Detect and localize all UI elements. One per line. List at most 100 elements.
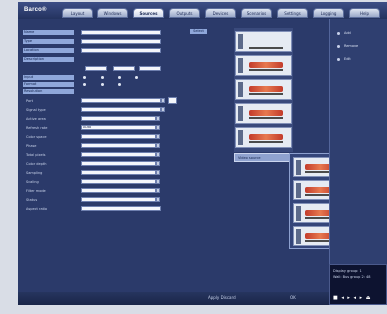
add-label: Add <box>344 31 351 35</box>
active-area-dropdown[interactable] <box>156 116 160 121</box>
thumbnail-3-preview <box>249 86 283 92</box>
filter-dropdown[interactable] <box>156 188 160 193</box>
name-field[interactable] <box>81 30 161 35</box>
tab-sources[interactable]: Sources <box>133 8 164 18</box>
port-field[interactable] <box>81 98 161 103</box>
signal-field[interactable] <box>81 107 161 112</box>
thumbnail-5-icon <box>238 130 243 145</box>
form-label-filter: Filter mode <box>26 189 46 193</box>
filter-field[interactable] <box>81 188 156 193</box>
thumbnail-2[interactable] <box>235 55 292 76</box>
edit-icon <box>337 58 340 61</box>
input-radio-3[interactable] <box>118 76 121 79</box>
small-field-3[interactable] <box>139 66 161 71</box>
application-window: Barco® Layout Windows Sources Outputs De… <box>18 2 387 305</box>
context-menu-label: Video source <box>238 156 261 160</box>
phase-field[interactable] <box>81 143 156 148</box>
form-label-phase: Phase <box>26 144 37 148</box>
name-label: Name <box>23 30 74 35</box>
thumbnail-1-icon <box>238 34 243 49</box>
select-chip[interactable]: Select <box>190 29 207 34</box>
thumbnail-5-bar <box>249 141 283 143</box>
brand-logo: Barco® <box>24 7 47 13</box>
edit-button[interactable]: Edit <box>334 55 386 64</box>
context-menu-item[interactable]: Video source ▶ <box>234 153 296 162</box>
remove-button[interactable]: Remove <box>334 42 386 51</box>
form-label-active-area: Active area <box>26 117 46 121</box>
form-label-color-depth: Color depth <box>26 162 47 166</box>
thumbnail-1[interactable] <box>235 31 292 52</box>
thumbnail-3-icon <box>238 82 243 97</box>
type-label: Type <box>23 39 74 44</box>
thumbnail-2-preview <box>249 62 283 68</box>
type-field[interactable] <box>81 39 161 44</box>
remove-label: Remove <box>344 44 359 48</box>
input-radio-2[interactable] <box>101 76 104 79</box>
tab-outputs[interactable]: Outputs <box>169 8 200 18</box>
refresh-field[interactable]: Auto <box>81 125 156 130</box>
format-radio-2[interactable] <box>101 83 104 86</box>
total-pixels-dropdown[interactable] <box>156 152 160 157</box>
input-radio-4[interactable] <box>135 76 138 79</box>
refresh-dropdown[interactable] <box>156 125 160 130</box>
total-pixels-field[interactable] <box>81 152 156 157</box>
form-label-color-space: Color space <box>26 135 47 139</box>
status-dropdown[interactable] <box>156 197 160 202</box>
form-label-signal: Signal type <box>26 108 46 112</box>
thumbnail-4-icon <box>238 106 243 121</box>
thumbnail-5-preview <box>249 134 283 140</box>
add-button[interactable]: Add <box>334 29 386 38</box>
ok-button[interactable]: OK <box>290 295 296 300</box>
tab-scenarios[interactable]: Scenarios <box>241 8 272 18</box>
location-label: Location <box>23 48 74 53</box>
port-button[interactable] <box>168 97 177 104</box>
tab-windows[interactable]: Windows <box>97 8 128 18</box>
tab-help[interactable]: Help <box>349 8 380 18</box>
port-dropdown[interactable] <box>161 98 165 103</box>
right-panel: Add Remove Edit <box>329 19 387 264</box>
apply-button[interactable]: Apply Discard <box>208 295 236 300</box>
thumbnail-4[interactable] <box>235 103 292 124</box>
scaling-dropdown[interactable] <box>156 179 160 184</box>
flyout-thumbnail-4-icon <box>296 229 301 244</box>
flyout-thumbnail-3-icon <box>296 206 301 221</box>
sampling-field[interactable] <box>81 170 156 175</box>
status-field[interactable] <box>81 197 156 202</box>
sampling-dropdown[interactable] <box>156 170 160 175</box>
scaling-field[interactable] <box>81 179 156 184</box>
thumbnail-1-bar <box>249 47 283 49</box>
tab-devices[interactable]: Devices <box>205 8 236 18</box>
thumbnail-panel <box>234 28 293 152</box>
tab-logging[interactable]: Logging <box>313 8 344 18</box>
status-panel: Display group: 1 Wall: Bus group 2: 48 ■… <box>329 264 387 305</box>
color-depth-field[interactable] <box>81 161 156 166</box>
status-line-2: Wall: Bus group 2: 48 <box>333 275 371 279</box>
thumbnail-5[interactable] <box>235 127 292 148</box>
color-space-field[interactable] <box>81 134 156 139</box>
aspect-field[interactable] <box>81 206 161 211</box>
format-radio-1[interactable] <box>83 83 86 86</box>
description-label: Description <box>23 57 74 62</box>
flyout-thumbnail-2-icon <box>296 183 301 198</box>
form-label-port: Port <box>26 99 33 103</box>
main-tabs: Layout Windows Sources Outputs Devices S… <box>62 8 387 19</box>
form-label-scaling: Scaling <box>26 180 39 184</box>
active-area-field[interactable] <box>81 116 156 121</box>
format-radio-3[interactable] <box>118 83 121 86</box>
resolution-label: Resolution <box>23 89 74 94</box>
color-space-dropdown[interactable] <box>156 134 160 139</box>
thumbnail-4-bar <box>249 117 283 119</box>
small-field-1[interactable] <box>85 66 107 71</box>
tab-settings[interactable]: Settings <box>277 8 308 18</box>
location-field[interactable] <box>81 48 161 53</box>
add-icon <box>337 32 340 35</box>
playback-controls-icon[interactable]: ■ ◂ ▸ ◂ ▸ ⏏ <box>333 295 371 301</box>
tab-layout[interactable]: Layout <box>62 8 93 18</box>
form-label-total-pixels: Total pixels <box>26 153 46 157</box>
color-depth-dropdown[interactable] <box>156 161 160 166</box>
small-field-2[interactable] <box>113 66 135 71</box>
input-radio-1[interactable] <box>83 76 86 79</box>
signal-dropdown[interactable] <box>161 107 165 112</box>
phase-dropdown[interactable] <box>156 143 160 148</box>
thumbnail-3[interactable] <box>235 79 292 100</box>
